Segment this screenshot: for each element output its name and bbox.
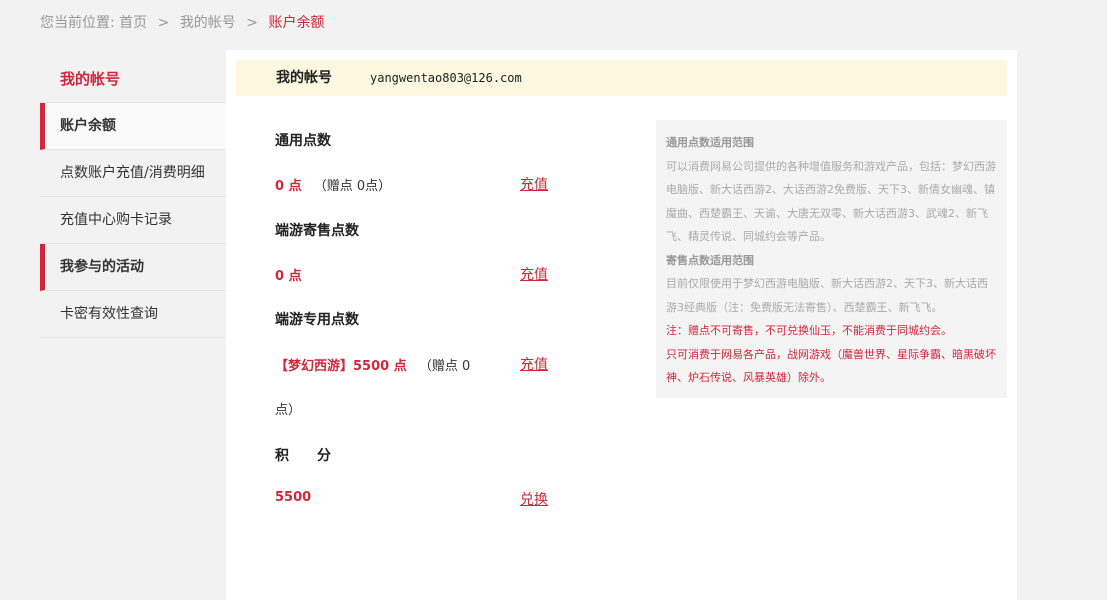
sidebar-item-card-purchase-records[interactable]: 充值中心购卡记录 [40, 197, 226, 244]
account-email: yangwentao803@126.com [370, 71, 522, 85]
general-recharge-link[interactable]: 充值 [520, 174, 548, 194]
sidebar: 我的帐号 账户余额 点数账户充值/消费明细 充值中心购卡记录 我参与的活动 卡密… [40, 56, 226, 338]
sidebar-title[interactable]: 我的帐号 [40, 56, 226, 103]
breadcrumb: 您当前位置: 首页 > 我的帐号 > 账户余额 [40, 12, 324, 32]
consign-recharge-link[interactable]: 充值 [520, 264, 548, 284]
breadcrumb-prefix: 您当前位置: [40, 15, 115, 31]
general-points-bonus: （赠点 0点） [313, 179, 392, 194]
account-label: 我的帐号 [276, 70, 332, 86]
general-scope-body: 可以消费网易公司提供的各种增值服务和游戏产品，包括：梦幻西游电脑版、新大话西游2… [666, 159, 996, 244]
general-points-value: 0 点 （赠点 0点） [275, 175, 391, 194]
breadcrumb-separator: > [246, 15, 258, 31]
info-box: 通用点数适用范围 可以消费网易公司提供的各种增值服务和游戏产品，包括：梦幻西游电… [656, 120, 1007, 398]
score-amount: 5500 [275, 490, 312, 505]
dedicated-points-bonus-wrap: 点） [275, 403, 302, 418]
account-bar: 我的帐号 yangwentao803@126.com [236, 60, 1007, 96]
dedicated-points-bonus: （赠点 0 [418, 359, 471, 374]
dedicated-points-game-amount: 【梦幻西游】5500 点 [275, 359, 407, 374]
consign-points-amount: 0 点 [275, 269, 302, 284]
consign-points-value: 0 点 [275, 265, 302, 284]
sidebar-item-my-activities[interactable]: 我参与的活动 [40, 244, 226, 291]
breadcrumb-account-link[interactable]: 我的帐号 [180, 15, 236, 31]
consign-scope-title: 寄售点数适用范围 [666, 253, 754, 267]
consign-points-title: 端游寄售点数 [275, 223, 359, 239]
sidebar-item-account-balance[interactable]: 账户余额 [40, 103, 226, 150]
breadcrumb-home-link[interactable]: 首页 [119, 15, 147, 31]
score-exchange-link[interactable]: 兑换 [520, 489, 548, 509]
usage-warning: 只可消费于网易各产品，战网游戏（魔兽世界、星际争霸、暗黑破坏神、炉石传说、风暴英… [666, 347, 996, 385]
sidebar-item-card-validity-check[interactable]: 卡密有效性查询 [40, 291, 226, 338]
score-value: 5500 [275, 490, 311, 505]
general-points-title: 通用点数 [275, 133, 331, 149]
dedicated-recharge-link[interactable]: 充值 [520, 354, 548, 374]
dedicated-points-value: 【梦幻西游】5500 点 （赠点 0 [275, 355, 470, 374]
general-scope-title: 通用点数适用范围 [666, 136, 754, 149]
breadcrumb-separator: > [157, 15, 170, 31]
general-points-amount: 0 点 [275, 179, 302, 194]
breadcrumb-current: 账户余额 [268, 15, 325, 31]
consign-scope-body: 目前仅限使用于梦幻西游电脑版、新大话西游2、天下3、新大话西游3经典版（注：免费… [666, 277, 988, 314]
sidebar-item-recharge-details[interactable]: 点数账户充值/消费明细 [40, 150, 226, 197]
dedicated-points-title: 端游专用点数 [275, 312, 359, 328]
score-title: 积 分 [275, 448, 331, 464]
main-panel: 我的帐号 yangwentao803@126.com 通用点数 0 点 （赠点 … [226, 50, 1017, 600]
bonus-warning: 注：赠点不可寄售，不可兑换仙玉，不能消费于同城约会。 [666, 324, 952, 337]
